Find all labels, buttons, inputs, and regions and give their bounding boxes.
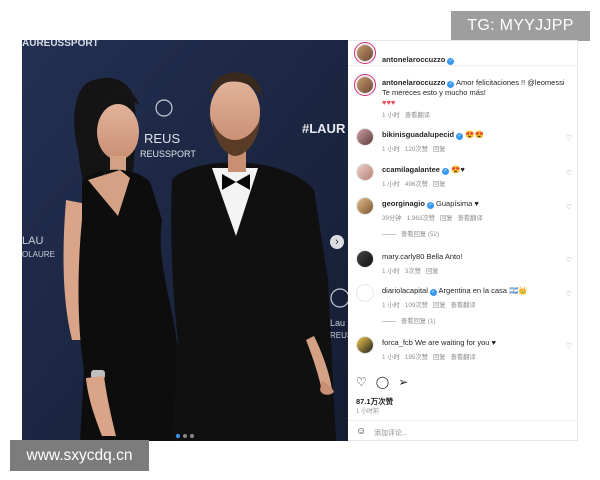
verified-icon: ✓ [456, 133, 464, 140]
caption-author[interactable]: antonelaroccuzzo [382, 78, 445, 87]
comment-user[interactable]: georginagio [382, 199, 425, 208]
comment-user[interactable]: bikinisguadalupecid [382, 130, 454, 139]
verified-icon: ✓ [429, 289, 437, 296]
heart-icon[interactable]: ♡ [566, 169, 572, 177]
share-icon[interactable]: ➢ [398, 375, 408, 389]
chevron-right-icon[interactable]: › [330, 235, 344, 249]
view-replies-link[interactable]: 查看回复 (1) [382, 316, 567, 325]
reply-link[interactable]: 回复 [433, 354, 446, 361]
backdrop-text: AUREUSSPORT [22, 40, 99, 49]
reply-link[interactable]: 回复 [440, 215, 453, 222]
heart-icon[interactable]: ♡ [566, 203, 572, 211]
verified-icon: ✓ [447, 81, 455, 88]
backdrop-text: #LAUR [302, 121, 346, 136]
caption-time: 1 小时 [382, 112, 400, 119]
comment-likes[interactable]: 3次赞 [405, 268, 421, 275]
avatar[interactable] [356, 336, 374, 354]
watermark-bottom: www.sxycdq.cn [10, 440, 149, 471]
avatar[interactable] [356, 76, 374, 94]
comment-time: 1 小时 [382, 354, 400, 361]
avatar[interactable] [356, 197, 374, 215]
avatar[interactable] [356, 284, 374, 302]
comment-user[interactable]: mary.carly80 [382, 252, 424, 261]
see-translation-link[interactable]: 查看翻译 [451, 354, 476, 361]
comment-text: We are waiting for you ♥ [414, 338, 496, 347]
heart-icon[interactable]: ♡ [566, 134, 572, 142]
see-translation-link[interactable]: 查看翻译 [405, 112, 430, 119]
heart-icon[interactable]: ♡ [566, 290, 572, 298]
comment-time: 39分钟 [382, 215, 402, 222]
comment-time: 1 小时 [382, 146, 400, 153]
comment-time: 1 小时 [382, 302, 400, 309]
caption-hearts: ♥♥♥ [382, 98, 396, 107]
posted-time: 1 小时前 [356, 409, 380, 415]
reply-link[interactable]: 回复 [433, 181, 446, 188]
carousel-dot [183, 434, 187, 438]
backdrop-text: REUS [330, 331, 348, 340]
post-actions: ♡ ◯ ➢ [356, 375, 408, 389]
comment-user[interactable]: forca_fcb [382, 338, 413, 347]
backdrop-text: Lau [330, 318, 345, 328]
comment-user[interactable]: diariolacapital [382, 286, 428, 295]
photo-illustration: AUREUSSPORT LAU OLAURE REUS REUSSPORT #L… [22, 40, 348, 441]
heart-icon[interactable]: ♡ [356, 375, 367, 389]
heart-icon[interactable]: ♡ [566, 342, 572, 350]
carousel-dot [176, 434, 180, 438]
backdrop-text: LAU [22, 235, 43, 247]
comment-text: 😍😍 [465, 130, 484, 139]
see-translation-link[interactable]: 查看翻译 [451, 302, 476, 309]
caption-text-2: Te mereces esto y mucho más! [382, 88, 486, 97]
backdrop-text: REUSSPORT [140, 149, 196, 159]
caption-text: Amor felicitaciones !! @leomessi [456, 78, 565, 87]
comment-text: Bella Anto! [426, 252, 463, 261]
heart-icon[interactable]: ♡ [566, 256, 572, 264]
see-translation-link[interactable]: 查看翻译 [458, 215, 483, 222]
verified-icon: ✓ [447, 58, 455, 65]
comment-likes[interactable]: 120次赞 [405, 146, 428, 153]
comment-user[interactable]: ccamilagalantee [382, 165, 440, 174]
post-side-panel: antonelaroccuzzo ✓ antonelaroccuzzo ✓ Amor… [348, 40, 578, 441]
carousel-dot [190, 434, 194, 438]
comment-likes[interactable]: 496次赞 [405, 181, 428, 188]
add-comment-input[interactable]: 添加评论... [374, 428, 408, 438]
comment-time: 1 小时 [382, 268, 400, 275]
avatar[interactable] [356, 163, 374, 181]
reply-link[interactable]: 回复 [433, 302, 446, 309]
post-photo[interactable]: AUREUSSPORT LAU OLAURE REUS REUSSPORT #L… [22, 40, 348, 441]
backdrop-text: OLAURE [22, 250, 55, 259]
reply-link[interactable]: 回复 [426, 268, 439, 275]
comment-text: Argentina en la casa 🇦🇷👑 [438, 286, 528, 295]
carousel-dots [176, 434, 194, 438]
avatar[interactable] [356, 128, 374, 146]
smile-icon[interactable]: ☺ [356, 426, 366, 437]
comment-time: 1 小时 [382, 181, 400, 188]
watermark-top: TG: MYYJJPP [451, 11, 590, 41]
avatar[interactable] [356, 44, 374, 62]
comment-text: 😍♥ [451, 165, 465, 174]
comment-likes[interactable]: 109次赞 [405, 302, 428, 309]
post-author-name[interactable]: antonelaroccuzzo [382, 55, 445, 64]
comment-icon[interactable]: ◯ [376, 375, 389, 389]
verified-icon: ✓ [426, 202, 434, 209]
reply-link[interactable]: 回复 [433, 146, 446, 153]
verified-icon: ✓ [441, 168, 449, 175]
backdrop-text: REUS [144, 131, 180, 146]
avatar[interactable] [356, 250, 374, 268]
post-header: antonelaroccuzzo ✓ [348, 40, 578, 66]
add-comment-bar: ☺ 添加评论... [348, 420, 578, 441]
comment-likes[interactable]: 195次赞 [405, 354, 428, 361]
view-replies-link[interactable]: 查看回复 (52) [382, 229, 567, 238]
comment-likes[interactable]: 1,963次赞 [407, 215, 435, 222]
comment-text: Guapísima ♥ [436, 199, 479, 208]
